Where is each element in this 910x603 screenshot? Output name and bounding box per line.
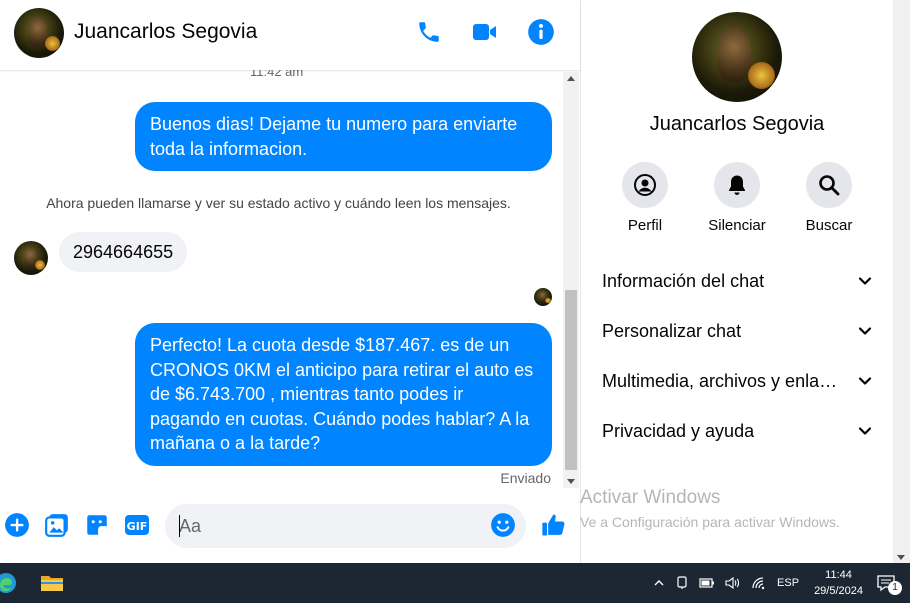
emoji-button[interactable] [490,512,516,538]
search-button[interactable]: Buscar [789,162,869,234]
video-camera-icon [473,24,496,40]
scrollbar-thumb[interactable] [565,290,577,470]
section-label: Personalizar chat [602,320,742,341]
message-list-scrollbar[interactable] [563,72,579,488]
like-button[interactable] [540,512,568,538]
composer-bar: GIF [0,497,580,553]
profile-button[interactable]: Perfil [605,162,685,234]
info-icon [528,19,554,45]
mute-button-circle[interactable] [714,162,760,208]
windows-taskbar: ESP 11:44 29/5/2024 1 [0,563,910,603]
folder-icon [41,576,63,591]
section-label: Información del chat [602,270,765,291]
outgoing-message[interactable]: Buenos dias! Dejame tu numero para envia… [135,102,552,171]
page-scrollbar[interactable] [893,0,910,563]
phone-call-button[interactable] [414,17,444,47]
taskbar-clock[interactable]: 11:44 29/5/2024 [814,567,863,599]
chat-details-panel: Juancarlos Segovia Perfil Silenciar Busc… [581,0,893,563]
search-icon [819,175,840,196]
battery-icon [699,578,715,588]
profile-avatar[interactable] [692,12,782,102]
seen-receipt-avatar [534,288,552,306]
section-media-files[interactable]: Multimedia, archivos y enlaces [581,356,893,406]
network-button[interactable] [751,576,767,590]
profile-name[interactable]: Juancarlos Segovia [581,113,893,136]
show-hidden-icons-button[interactable] [653,577,665,589]
section-customize-chat[interactable]: Personalizar chat [581,306,893,356]
profile-button-circle[interactable] [622,162,668,208]
message-list: 11:42 am Buenos dias! Dejame tu numero p… [0,70,563,495]
delivery-status: Enviado [500,470,551,486]
scroll-down-arrow-icon[interactable] [897,555,905,560]
profile-label: Perfil [627,217,663,234]
message-input[interactable] [165,504,526,548]
messenger-app: Juancarlos Segovia 11:42 am Buenos dias!… [0,0,910,563]
edge-browser-button[interactable] [0,571,18,595]
chat-settings-sections: Información del chat Personalizar chat M… [581,256,893,456]
edge-icon [0,573,16,593]
section-privacy-help[interactable]: Privacidad y ayuda [581,406,893,456]
clock-time: 11:44 [825,569,852,581]
device-tray-button[interactable] [675,576,689,590]
mute-label: Silenciar [708,217,766,234]
emoji-icon [491,513,515,537]
thumbs-up-icon [542,514,565,536]
header-actions [414,17,556,47]
chevron-up-icon [654,580,664,586]
mute-button[interactable]: Silenciar [697,162,777,234]
more-actions-button[interactable] [4,512,30,538]
usb-device-icon [677,576,687,589]
chat-header: Juancarlos Segovia [0,0,580,70]
sender-avatar[interactable] [14,241,48,275]
wifi-icon [752,577,765,590]
attach-photo-button[interactable] [44,512,70,538]
chevron-down-icon [858,377,872,385]
search-label: Buscar [805,217,853,234]
input-language-button[interactable]: ESP [777,577,799,589]
bell-icon [729,175,745,195]
text-caret [179,515,180,537]
person-icon [634,174,656,196]
chevron-down-icon [858,277,872,285]
battery-button[interactable] [699,577,715,589]
notification-center-button[interactable]: 1 [876,574,902,595]
scroll-down-arrow-icon[interactable] [567,479,575,484]
plus-circle-icon [5,513,29,537]
incoming-message[interactable]: 2964664655 [59,232,188,272]
conversation-info-button[interactable] [526,17,556,47]
sticker-button[interactable] [84,512,110,538]
section-label: Privacidad y ayuda [602,420,755,441]
volume-button[interactable] [725,576,741,590]
chevron-down-icon [858,427,872,435]
section-chat-info[interactable]: Información del chat [581,256,893,306]
video-call-button[interactable] [470,17,500,47]
speaker-icon [725,576,740,590]
photo-gallery-icon [45,514,68,537]
contact-name[interactable]: Juancarlos Segovia [74,20,257,44]
section-label: Multimedia, archivos y enlaces [602,370,842,391]
sticker-icon [87,515,107,535]
system-tray: ESP 11:44 29/5/2024 1 [648,563,910,603]
svg-text:GIF: GIF [127,520,148,533]
phone-icon [419,22,439,42]
gif-icon: GIF [125,515,149,535]
profile-actions: Perfil Silenciar Buscar [605,162,869,234]
search-button-circle[interactable] [806,162,852,208]
gif-button[interactable]: GIF [124,512,150,538]
chevron-down-icon [858,327,872,335]
system-notice: Ahora pueden llamarse y ver su estado ac… [46,195,511,211]
message-timestamp: 11:42 am [250,70,304,79]
outgoing-message[interactable]: Perfecto! La cuota desde $187.467. es de… [135,323,552,466]
notification-count-badge: 1 [888,581,902,595]
contact-avatar[interactable] [14,8,64,58]
scroll-up-arrow-icon[interactable] [567,76,575,81]
file-explorer-button[interactable] [40,571,64,595]
clock-date: 29/5/2024 [814,585,863,597]
